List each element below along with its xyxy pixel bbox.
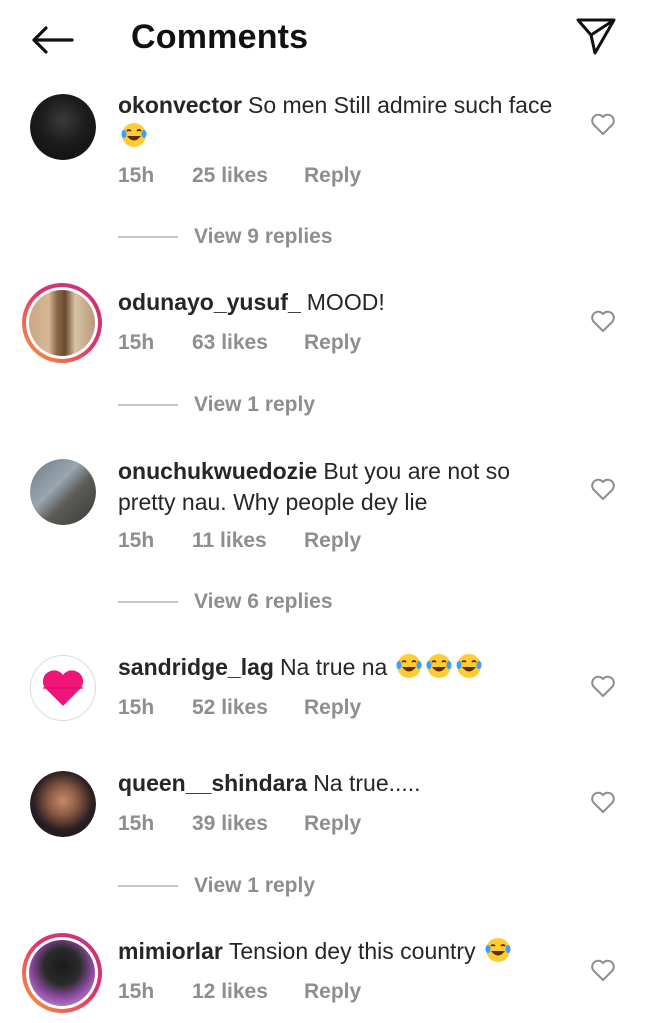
comment-time: 15h [118,812,155,835]
comment-meta: 15h 12 likes Reply [118,980,361,1004]
paper-plane-icon [576,18,616,55]
divider [118,404,178,406]
comment-username[interactable]: queen__shindara [118,770,307,796]
divider [118,885,178,887]
comment-body: MOOD! [306,289,385,315]
view-replies-label: View 9 replies [194,225,333,248]
heart-icon[interactable] [590,673,616,699]
view-replies-button[interactable]: View 1 reply [118,393,315,417]
avatar[interactable] [22,283,102,363]
comment-body: Na true na [279,654,388,680]
page-title: Comments [131,18,309,56]
share-button[interactable] [572,14,620,58]
comment-likes[interactable]: 12 likes [192,980,304,1004]
heart-icon[interactable] [590,789,616,815]
reply-button[interactable]: Reply [304,980,361,1004]
comment-time: 15h [118,331,155,354]
reply-button[interactable]: Reply [304,812,361,836]
comment-username[interactable]: sandridge_lag [118,654,274,680]
avatar[interactable] [30,771,96,837]
comment-likes[interactable]: 39 likes [192,812,304,836]
comment-meta: 15h 11 likes Reply [118,529,361,553]
view-replies-button[interactable]: View 6 replies [118,590,333,614]
comment-username[interactable]: onuchukwuedozie [118,458,317,484]
laughing-crying-emoji-icon [426,654,452,678]
comment-time: 15h [118,696,155,719]
heart-icon[interactable] [590,308,616,334]
divider [118,236,178,238]
laughing-crying-emoji-icon [396,654,422,678]
comment-text: okonvector So men Still admire such face [118,90,558,152]
view-replies-label: View 6 replies [194,590,333,613]
view-replies-button[interactable]: View 1 reply [118,874,315,898]
laughing-crying-emoji-icon [485,938,511,962]
emoji-group [393,654,483,680]
comment-body: So men Still admire such face [247,92,553,118]
view-replies-label: View 1 reply [194,393,316,416]
reply-button[interactable]: Reply [304,164,361,188]
comment-likes[interactable]: 11 likes [192,529,304,553]
comment-body: Na true..... [313,770,421,796]
avatar[interactable] [30,459,96,525]
back-button[interactable] [28,20,76,60]
comment-likes[interactable]: 25 likes [192,164,304,188]
top-bar: Comments [0,0,654,78]
comment-time: 15h [118,529,155,552]
heart-icon[interactable] [590,957,616,983]
view-replies-button[interactable]: View 9 replies [118,225,333,249]
laughing-crying-emoji-icon [456,654,482,678]
back-arrow-icon [32,26,74,54]
comment-meta: 15h 63 likes Reply [118,331,361,355]
heart-icon[interactable] [590,476,616,502]
comment-text: onuchukwuedozie But you are not so pretty… [118,456,558,518]
laughing-crying-emoji-icon [121,123,147,147]
heart-logo-icon [42,670,84,706]
comment-text: odunayo_yusuf_ MOOD! [118,287,558,318]
avatar[interactable] [30,94,96,160]
comment-meta: 15h 25 likes Reply [118,164,361,188]
reply-button[interactable]: Reply [304,529,361,553]
comment-text: mimiorlar Tension dey this country [118,936,558,967]
comment-text: queen__shindara Na true..... [118,768,558,799]
divider [118,601,178,603]
comment-body: Tension dey this country [228,938,476,964]
comment-username[interactable]: okonvector [118,92,242,118]
avatar[interactable] [22,933,102,1013]
reply-button[interactable]: Reply [304,696,361,720]
reply-button[interactable]: Reply [304,331,361,355]
comment-username[interactable]: odunayo_yusuf_ [118,289,301,315]
comment-meta: 15h 52 likes Reply [118,696,361,720]
heart-icon[interactable] [590,111,616,137]
comment-likes[interactable]: 63 likes [192,331,304,355]
comment-text: sandridge_lag Na true na [118,652,558,683]
comment-time: 15h [118,164,155,187]
comment-time: 15h [118,980,155,1003]
avatar[interactable] [30,655,96,721]
comment-meta: 15h 39 likes Reply [118,812,361,836]
comment-username[interactable]: mimiorlar [118,938,223,964]
comment-likes[interactable]: 52 likes [192,696,304,720]
view-replies-label: View 1 reply [194,874,316,897]
